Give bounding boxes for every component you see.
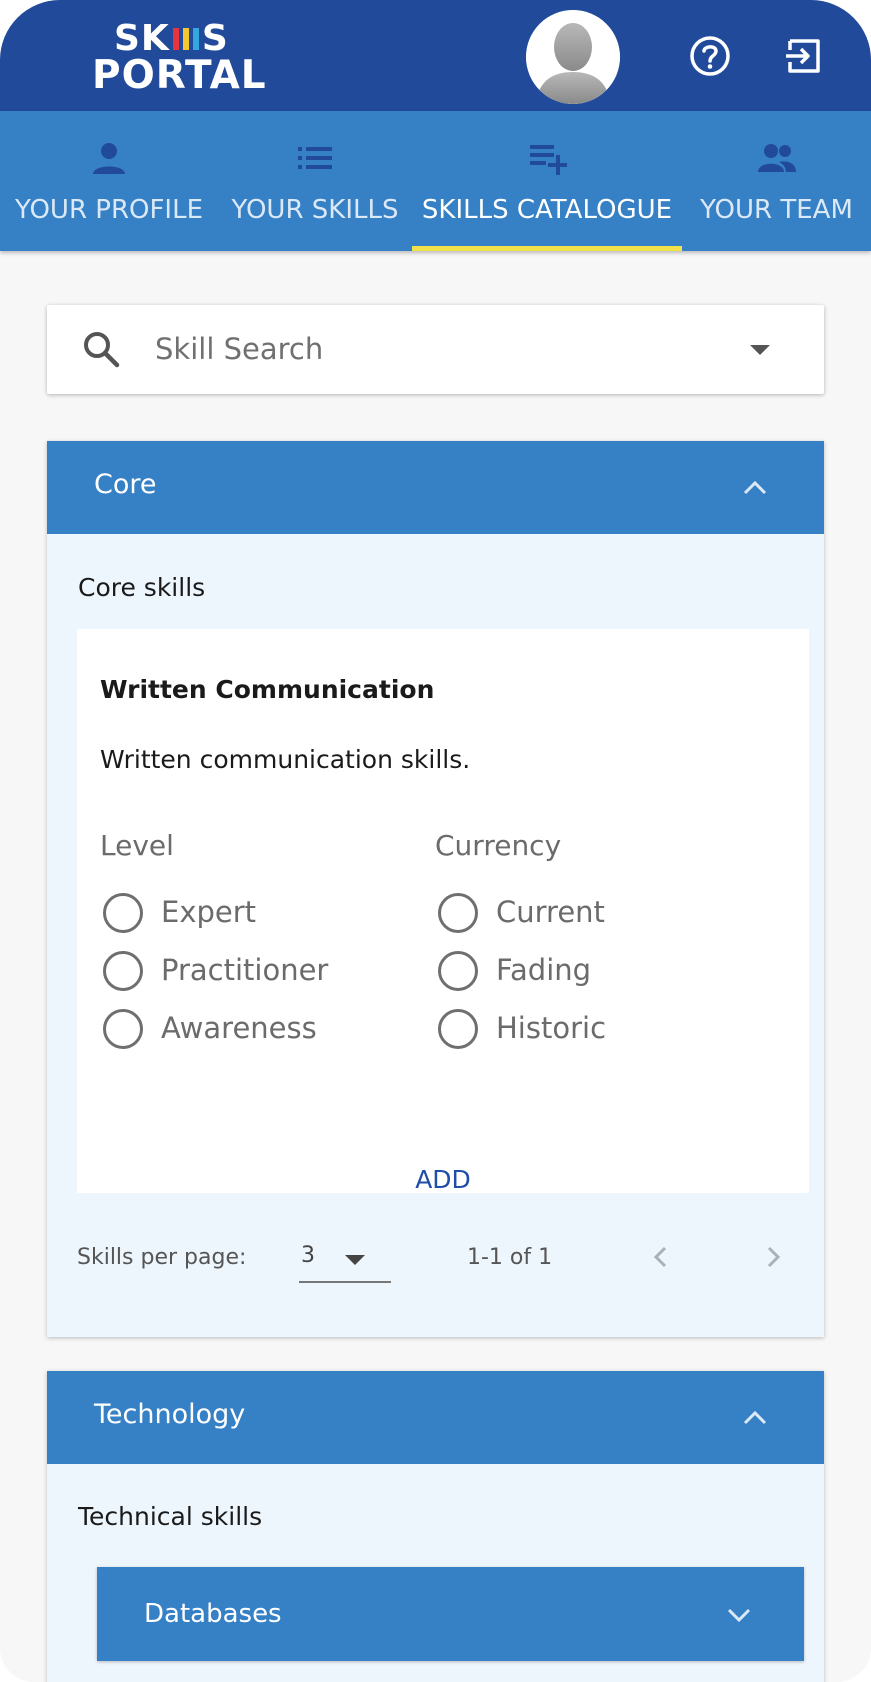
skills-portal-logo[interactable]: SK S PORTAL: [92, 20, 266, 96]
skill-search-box[interactable]: [47, 305, 824, 394]
logout-icon[interactable]: [780, 32, 828, 80]
tab-your-profile[interactable]: YOUR PROFILE: [0, 111, 218, 251]
per-page-select[interactable]: 3: [299, 1235, 391, 1283]
radio-circle[interactable]: [103, 1009, 143, 1049]
subcategory-header-databases[interactable]: Databases: [97, 1567, 804, 1661]
active-tab-indicator: [412, 246, 682, 251]
skill-description: Written communication skills.: [100, 745, 471, 774]
app-frame: SK S PORTAL YOUR PROFILE YOUR SKILLS SKI…: [0, 0, 871, 1682]
category-header-core[interactable]: Core: [47, 441, 824, 534]
radio-circle[interactable]: [103, 951, 143, 991]
add-skill-button[interactable]: ADD: [383, 1159, 503, 1199]
skill-name: Written Communication: [100, 675, 435, 704]
category-panel-core: Core Core skills Written Communication W…: [47, 441, 824, 1337]
tab-your-team[interactable]: YOUR TEAM: [682, 111, 871, 251]
group-icon: [757, 144, 796, 172]
list-icon: [298, 147, 332, 169]
chevron-up-icon: [743, 480, 767, 495]
tab-your-skills[interactable]: YOUR SKILLS: [218, 111, 412, 251]
logo-line-2: PORTAL: [92, 53, 267, 98]
category-description: Core skills: [78, 573, 206, 602]
category-header-technology[interactable]: Technology: [47, 1371, 824, 1464]
radio-circle[interactable]: [438, 1009, 478, 1049]
page-range: 1-1 of 1: [467, 1245, 553, 1270]
user-avatar-icon[interactable]: [526, 10, 620, 104]
help-circle-icon[interactable]: [686, 32, 734, 80]
top-bar: SK S PORTAL: [0, 0, 871, 111]
skill-card: Written Communication Written communicat…: [77, 629, 809, 1194]
chevron-up-icon: [743, 1410, 767, 1425]
previous-page-icon[interactable]: [639, 1235, 683, 1279]
radio-circle[interactable]: [438, 893, 478, 933]
tab-skills-catalogue[interactable]: SKILLS CATALOGUE: [412, 111, 682, 251]
chevron-down-icon: [727, 1608, 751, 1623]
skill-search-input[interactable]: [155, 325, 715, 373]
skills-pagination: Skills per page: 3 1-1 of 1: [47, 1221, 824, 1291]
per-page-label: Skills per page:: [77, 1245, 247, 1270]
playlist-add-icon: [530, 145, 567, 175]
level-label: Level: [100, 829, 174, 862]
logo-bars-icon: [170, 22, 202, 50]
main-nav-tabs: YOUR PROFILE YOUR SKILLS SKILLS CATALOGU…: [0, 111, 871, 251]
category-panel-technology: Technology Technical skills Databases: [47, 1371, 824, 1682]
dropdown-arrow-icon: [345, 1255, 365, 1265]
category-description: Technical skills: [78, 1502, 263, 1531]
search-icon: [84, 332, 120, 368]
radio-circle[interactable]: [103, 893, 143, 933]
radio-circle[interactable]: [438, 951, 478, 991]
next-page-icon[interactable]: [751, 1235, 795, 1279]
currency-label: Currency: [435, 829, 562, 862]
person-icon: [93, 143, 125, 174]
search-dropdown-icon[interactable]: [750, 345, 770, 355]
